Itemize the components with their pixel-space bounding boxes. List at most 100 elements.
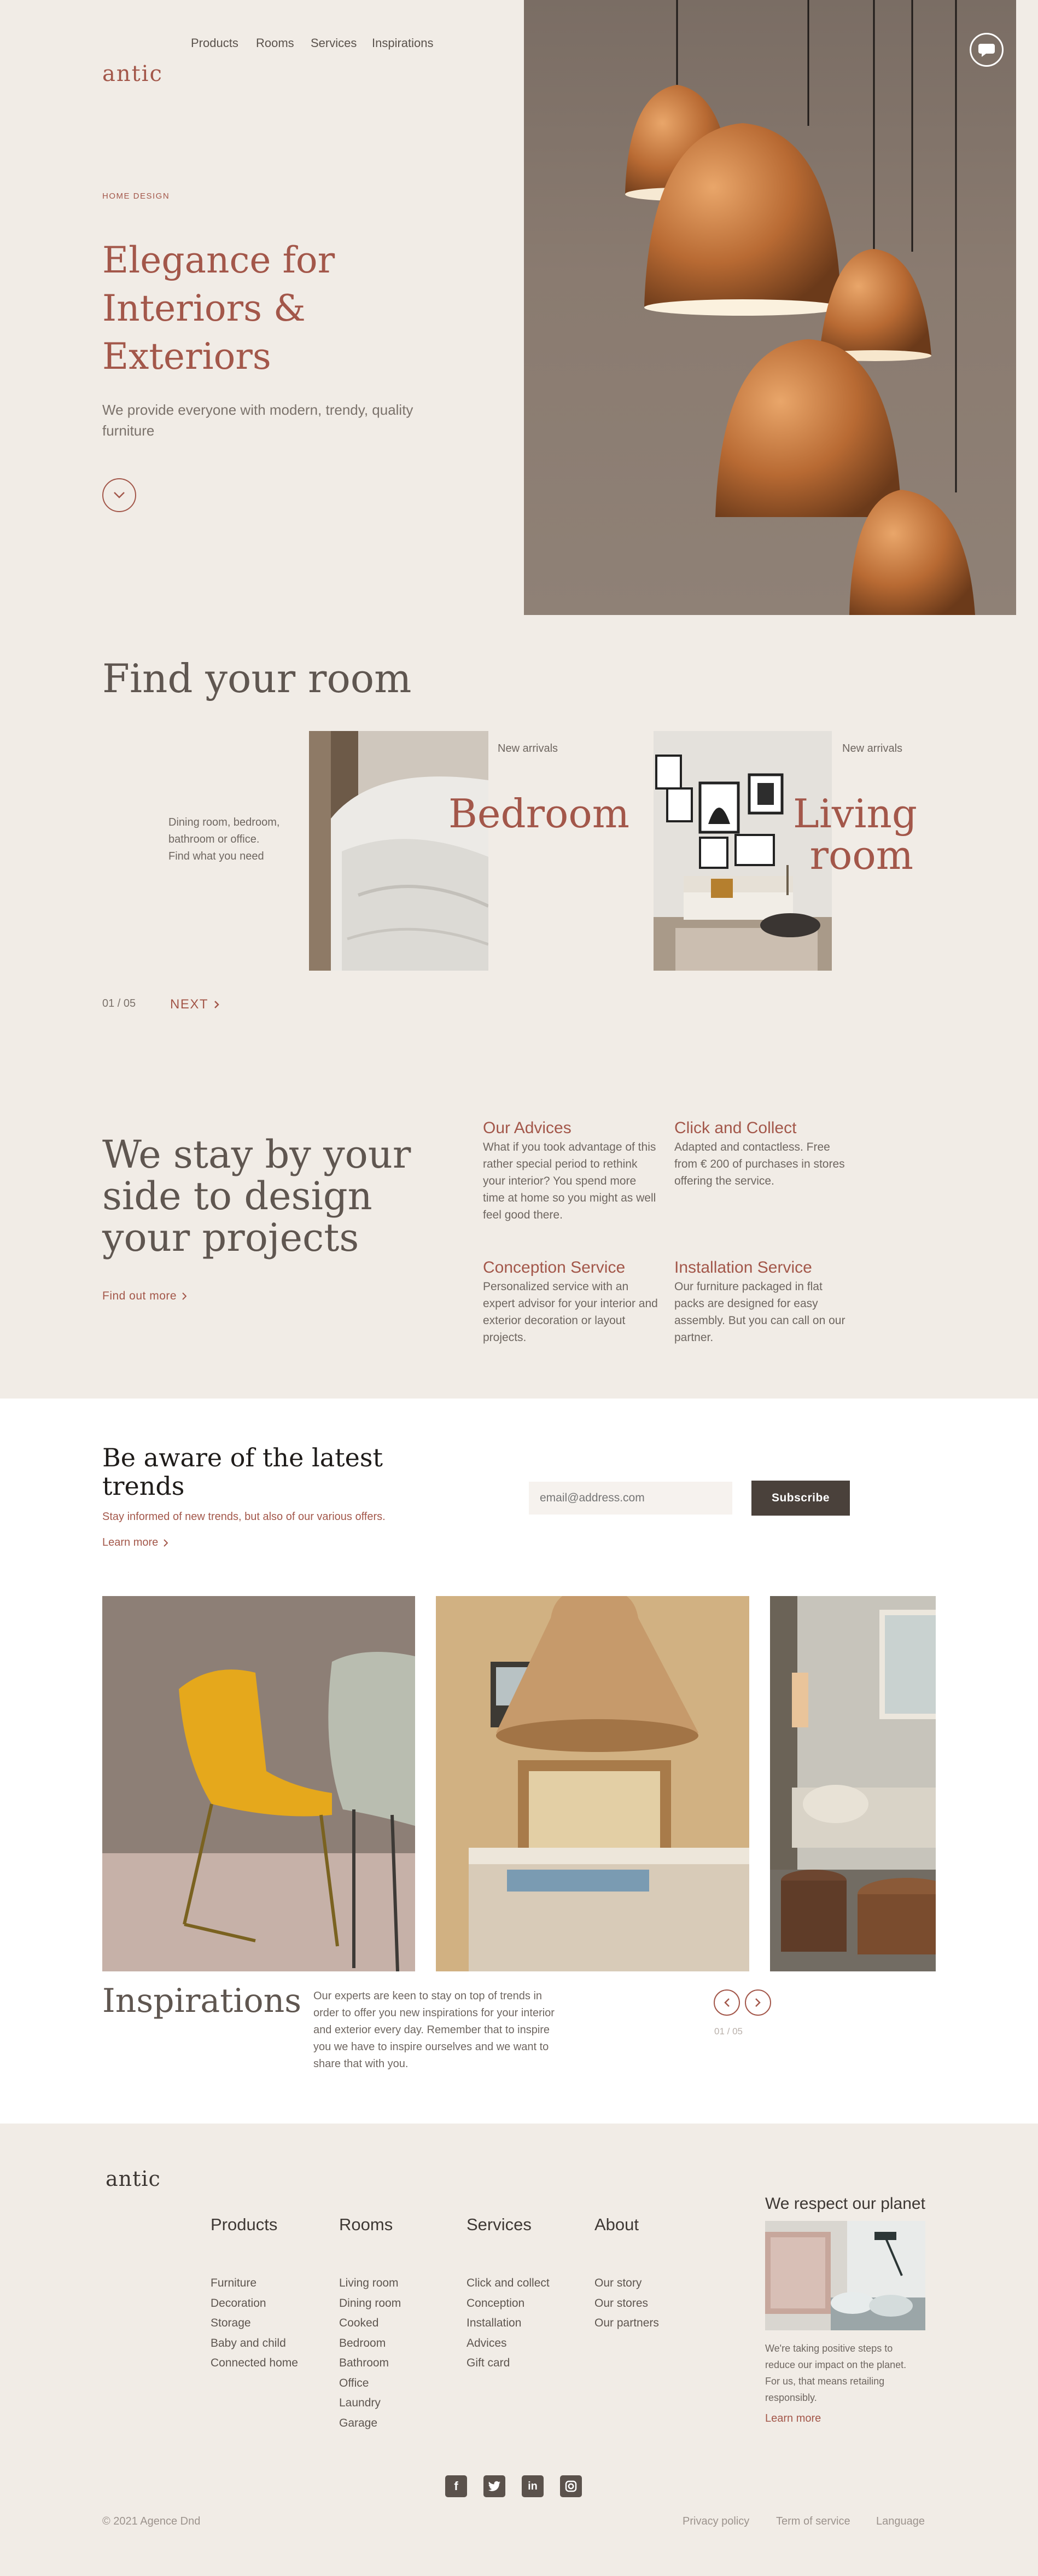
footer-link[interactable]: Our stores [594, 2294, 659, 2314]
learn-more-label: Learn more [102, 1536, 159, 1548]
footer-list: Our story Our stores Our partners [594, 2273, 659, 2334]
footer-link[interactable]: Our story [594, 2273, 659, 2294]
service-item: Click and Collect Adapted and contactles… [674, 1119, 852, 1190]
carousel-prev-button[interactable] [714, 1989, 740, 2016]
subscribe-button[interactable]: Subscribe [751, 1481, 850, 1516]
services-heading-line: your projects [102, 1215, 359, 1260]
instagram-icon[interactable] [560, 2475, 582, 2497]
planet-image [765, 2221, 925, 2330]
nav-item-rooms[interactable]: Rooms [256, 36, 294, 50]
service-title: Click and Collect [674, 1119, 797, 1137]
terms-of-service-link[interactable]: Term of service [776, 2515, 850, 2528]
living-room-title[interactable]: Living room [793, 793, 917, 878]
footer-link[interactable]: Conception [466, 2294, 550, 2314]
footer-link[interactable]: Laundry [339, 2393, 401, 2413]
linkedin-icon[interactable]: in [522, 2475, 544, 2497]
carousel-next-button[interactable] [745, 1989, 771, 2016]
footer-link[interactable]: Gift card [466, 2353, 550, 2374]
footer-link[interactable]: Living room [339, 2273, 401, 2294]
logo[interactable]: antic [102, 61, 163, 86]
newsletter-text: Stay informed of new trends, but also of… [102, 1511, 386, 1523]
footer-column-services: Services Click and collect Conception In… [466, 2215, 550, 2374]
services-heading-line: We stay by your [102, 1132, 411, 1177]
footer-link[interactable]: Click and collect [466, 2273, 550, 2294]
footer-list: Living room Dining room Cooked Bedroom B… [339, 2273, 401, 2433]
nav-item-services[interactable]: Services [311, 36, 357, 50]
social-links: f in [445, 2475, 582, 2497]
footer-link[interactable]: Decoration [211, 2294, 298, 2314]
service-item: Installation Service Our furniture packa… [674, 1258, 852, 1346]
newsletter-heading-line: trends [102, 1471, 185, 1501]
inspirations-pager: 01 / 05 [714, 2026, 743, 2037]
services-heading: We stay by your side to design your proj… [102, 1134, 411, 1258]
chevron-right-icon [182, 1292, 187, 1300]
bedroom-card[interactable] [309, 731, 488, 971]
footer-logo[interactable]: antic [106, 2167, 161, 2191]
nav-item-inspirations[interactable]: Inspirations [372, 36, 434, 50]
chevron-right-icon [755, 1998, 761, 2007]
hero-title-line: Exteriors [102, 335, 271, 378]
footer-link[interactable]: Garage [339, 2413, 401, 2434]
footer-link[interactable]: Storage [211, 2313, 298, 2334]
footer-link[interactable]: Our partners [594, 2313, 659, 2334]
footer-link[interactable]: Bedroom [339, 2334, 401, 2354]
inspirations-text: Our experts are keen to stay on top of t… [313, 1990, 555, 2070]
living-room-corner-photo [770, 1596, 936, 1971]
find-out-more-link[interactable]: Find out more [102, 1290, 187, 1303]
living-room-tag: New arrivals [842, 742, 903, 755]
service-title: Conception Service [483, 1258, 626, 1277]
bedroom-title-line: Bedroom [448, 791, 629, 837]
footer-column-products: Products Furniture Decoration Storage Ba… [211, 2215, 298, 2374]
chat-icon [978, 44, 995, 57]
newsletter-learn-more-link[interactable]: Learn more [102, 1536, 168, 1549]
twitter-icon[interactable] [483, 2475, 505, 2497]
footer-link[interactable]: Bathroom [339, 2353, 401, 2374]
rooms-intro: Dining room, bedroom, bathroom or office… [168, 816, 280, 862]
service-text: Our furniture packaged in flat packs are… [674, 1280, 845, 1344]
bedroom-tag: New arrivals [498, 742, 558, 755]
hero-title-line: Elegance for [102, 239, 335, 281]
inspiration-image[interactable] [436, 1596, 749, 1971]
footer-link[interactable]: Advices [466, 2334, 550, 2354]
rooms-pager: 01 / 05 [102, 997, 136, 1009]
chevron-right-icon [164, 1539, 168, 1547]
office-photo [765, 2221, 925, 2330]
footer-column-title: Services [466, 2215, 532, 2234]
bedroom-title[interactable]: Bedroom [448, 793, 629, 835]
footer-link[interactable]: Office [339, 2374, 401, 2394]
footer-link[interactable]: Baby and child [211, 2334, 298, 2354]
planet-learn-more-link[interactable]: Learn more [765, 2412, 935, 2425]
footer-planet: We respect our planet We're taking posit… [765, 2195, 935, 2425]
nav-item-products[interactable]: Products [191, 36, 238, 50]
footer-column-title: About [594, 2215, 639, 2234]
service-item: Our Advices What if you took advantage o… [483, 1119, 658, 1223]
language-link[interactable]: Language [876, 2515, 925, 2528]
planet-title: We respect our planet [765, 2195, 925, 2213]
living-room-title-line: room [809, 832, 913, 878]
copyright: © 2021 Agence Dnd [102, 2515, 201, 2527]
hero-image [524, 0, 1016, 615]
inspiration-image[interactable] [770, 1596, 936, 1971]
email-input[interactable] [529, 1482, 732, 1515]
service-title: Installation Service [674, 1258, 812, 1277]
kitchen-pendant-photo [436, 1596, 749, 1971]
footer-list: Furniture Decoration Storage Baby and ch… [211, 2273, 298, 2374]
service-text: Personalized service with an expert advi… [483, 1280, 658, 1344]
footer-link[interactable]: Cooked [339, 2313, 401, 2334]
footer-link[interactable]: Dining room [339, 2294, 401, 2314]
inspiration-image[interactable] [102, 1596, 415, 1971]
rooms-next-label: NEXT [170, 997, 209, 1012]
newsletter-heading-line: Be aware of the latest [102, 1443, 383, 1472]
planet-text: We're taking positive steps to reduce ou… [765, 2343, 907, 2403]
facebook-icon[interactable]: f [445, 2475, 467, 2497]
services-heading-line: side to design [102, 1174, 372, 1219]
rooms-next-button[interactable]: NEXT [170, 997, 219, 1012]
scroll-down-button[interactable] [102, 478, 136, 512]
footer-link[interactable]: Connected home [211, 2353, 298, 2374]
footer-link[interactable]: Furniture [211, 2273, 298, 2294]
footer-column-about: About Our story Our stores Our partners [594, 2215, 659, 2334]
privacy-policy-link[interactable]: Privacy policy [683, 2515, 749, 2528]
footer-column-rooms: Rooms Living room Dining room Cooked Bed… [339, 2215, 401, 2433]
chat-button[interactable] [970, 33, 1004, 67]
footer-link[interactable]: Installation [466, 2313, 550, 2334]
